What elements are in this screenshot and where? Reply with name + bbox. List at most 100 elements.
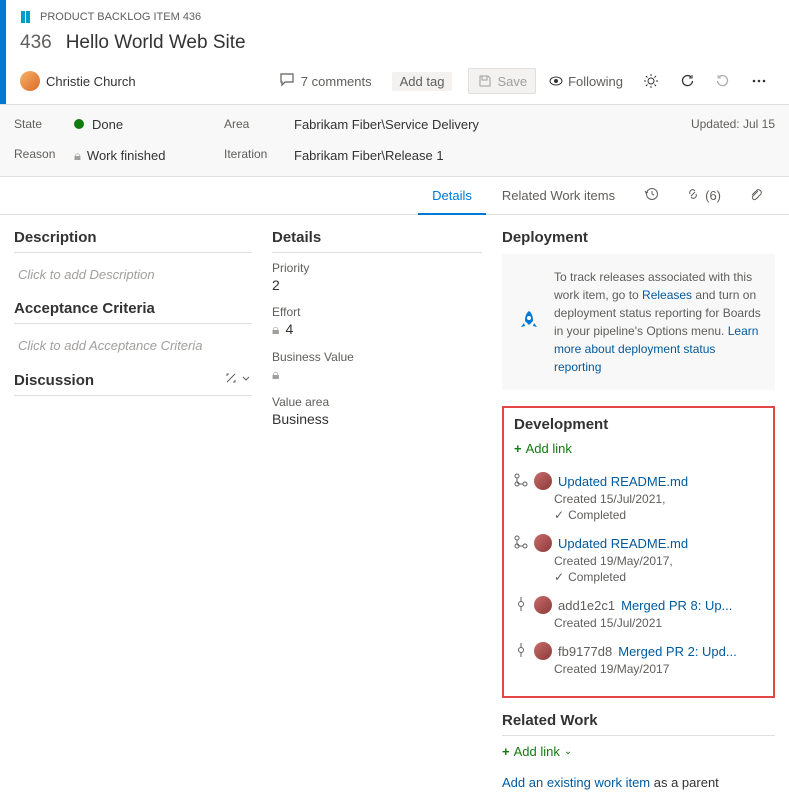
commit-icon [514, 597, 528, 614]
author-name[interactable]: Christie Church [46, 74, 136, 89]
dev-status: Completed [568, 508, 626, 522]
settings-button[interactable] [635, 69, 667, 93]
work-item-title[interactable]: Hello World Web Site [66, 32, 246, 54]
dev-link[interactable]: Merged PR 2: Upd... [618, 644, 737, 659]
link-icon [685, 186, 701, 205]
dev-created: Created 15/Jul/2021, [554, 492, 763, 506]
plus-icon: + [514, 441, 522, 456]
pr-icon [514, 535, 528, 552]
lock-icon: 🔒︎ [272, 366, 279, 382]
check-icon: ✓ [554, 508, 564, 522]
history-icon [643, 186, 659, 205]
dev-created: Created 19/May/2017, [554, 554, 763, 568]
lock-icon: 🔒︎ [74, 148, 81, 163]
tab-links[interactable]: (6) [673, 176, 733, 215]
type-label: PRODUCT BACKLOG ITEM 436 [40, 11, 201, 23]
gear-icon [643, 73, 659, 89]
releases-link[interactable]: Releases [642, 288, 692, 302]
commit-hash: add1e2c1 [558, 598, 615, 613]
dev-link[interactable]: Updated README.md [558, 474, 688, 489]
pr-icon [514, 473, 528, 490]
undo-button[interactable] [707, 69, 739, 93]
comments-button[interactable]: 7 comments [279, 72, 372, 91]
author-avatar[interactable] [20, 71, 40, 91]
tab-history[interactable] [631, 176, 671, 215]
dev-created: Created 19/May/2017 [554, 662, 763, 676]
deployment-heading: Deployment [502, 229, 775, 246]
area-value[interactable]: Fabrikam Fiber\Service Delivery [294, 117, 479, 132]
add-dev-link-button[interactable]: +Add link [514, 441, 763, 456]
dev-item: fb9177d8 Merged PR 2: Upd... Created 19/… [514, 636, 763, 682]
follow-button[interactable]: Following [540, 69, 631, 93]
effort-value[interactable]: 🔒︎4 [272, 321, 482, 338]
acceptance-heading: Acceptance Criteria [14, 300, 252, 324]
add-parent-link[interactable]: Add an existing work item [502, 775, 650, 790]
eye-icon [548, 73, 564, 89]
work-item-type: PRODUCT BACKLOG ITEM 436 [20, 10, 775, 24]
dev-created: Created 15/Jul/2021 [554, 616, 763, 630]
tab-related[interactable]: Related Work items [488, 178, 629, 213]
va-label: Value area [272, 395, 482, 409]
description-field[interactable]: Click to add Description [14, 261, 252, 300]
dev-item: Updated README.md Created 15/Jul/2021, ✓… [514, 466, 763, 528]
comment-icon [279, 72, 295, 91]
save-label: Save [497, 74, 527, 89]
commit-hash: fb9177d8 [558, 644, 612, 659]
pbi-icon [20, 10, 34, 24]
chevron-down-icon: ⌄ [564, 746, 572, 757]
dev-status: Completed [568, 570, 626, 584]
area-label: Area [224, 117, 294, 131]
description-heading: Description [14, 229, 252, 253]
check-icon: ✓ [554, 570, 564, 584]
reason-value[interactable]: 🔒︎Work finished [74, 148, 224, 164]
follow-label: Following [568, 74, 623, 89]
user-avatar [534, 596, 552, 614]
commit-icon [514, 643, 528, 660]
undo-icon [715, 73, 731, 89]
chevron-down-icon[interactable] [240, 371, 252, 389]
discussion-heading: Discussion [14, 372, 94, 389]
comments-label: 7 comments [301, 74, 372, 89]
priority-value[interactable]: 2 [272, 277, 482, 293]
lock-icon: 🔒︎ [272, 321, 279, 337]
updated-text: Updated: Jul 15 [691, 117, 775, 164]
save-icon [477, 73, 493, 89]
bv-value[interactable]: 🔒︎ [272, 366, 482, 383]
details-heading: Details [272, 229, 482, 253]
refresh-icon [679, 73, 695, 89]
dev-item: add1e2c1 Merged PR 8: Up... Created 15/J… [514, 590, 763, 636]
va-value[interactable]: Business [272, 411, 482, 427]
user-avatar [534, 534, 552, 552]
state-value[interactable]: Done [74, 117, 224, 132]
acceptance-field[interactable]: Click to add Acceptance Criteria [14, 332, 252, 371]
expand-icon[interactable] [224, 371, 238, 389]
dev-link[interactable]: Updated README.md [558, 536, 688, 551]
deployment-info: To track releases associated with this w… [502, 254, 775, 390]
ellipsis-icon [751, 73, 767, 89]
plus-icon: + [502, 744, 510, 759]
attachment-icon [747, 186, 763, 205]
add-tag-button[interactable]: Add tag [392, 72, 453, 91]
more-button[interactable] [743, 69, 775, 93]
dev-link[interactable]: Merged PR 8: Up... [621, 598, 732, 613]
save-button[interactable]: Save [468, 68, 536, 94]
state-label: State [14, 117, 74, 131]
work-item-id: 436 [20, 32, 52, 54]
reason-label: Reason [14, 147, 74, 161]
priority-label: Priority [272, 261, 482, 275]
iteration-value[interactable]: Fabrikam Fiber\Release 1 [294, 148, 479, 163]
development-heading: Development [514, 416, 763, 433]
add-related-link-button[interactable]: +Add link ⌄ [502, 744, 775, 759]
related-heading: Related Work [502, 712, 775, 736]
add-parent-row[interactable]: Add an existing work item as a parent [502, 769, 775, 796]
user-avatar [534, 642, 552, 660]
user-avatar [534, 472, 552, 490]
links-count: (6) [705, 188, 721, 203]
refresh-button[interactable] [671, 69, 703, 93]
dev-item: Updated README.md Created 19/May/2017, ✓… [514, 528, 763, 590]
tab-details[interactable]: Details [418, 178, 486, 215]
effort-label: Effort [272, 305, 482, 319]
iteration-label: Iteration [224, 147, 294, 161]
tab-attachments[interactable] [735, 176, 775, 215]
state-dot-icon [74, 119, 84, 129]
